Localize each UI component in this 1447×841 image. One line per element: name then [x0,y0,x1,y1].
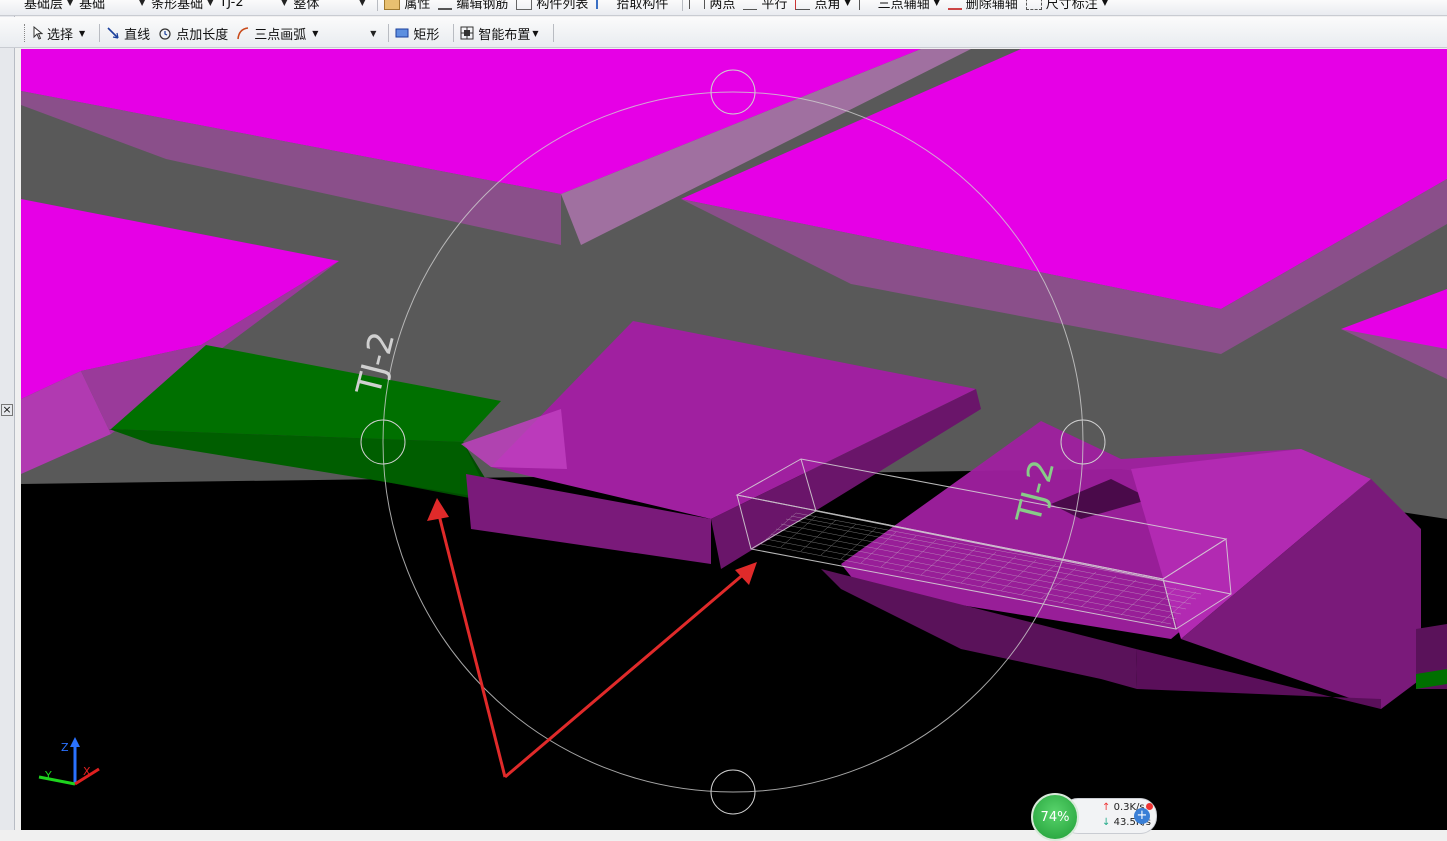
floor-dropdown[interactable]: 基础层 ▼ [24,0,73,12]
separator [99,24,101,42]
smart-layout-button[interactable]: 智能布置 ▼ [460,24,539,43]
edit-rebar-icon [438,0,453,10]
three-point-axis-button[interactable]: 三点辅轴 ▼ [858,0,940,12]
two-point-button[interactable]: 两点 [689,0,735,12]
y-axis-label: Y [44,769,52,782]
arc-icon [236,26,250,40]
z-axis-label: Z [61,741,69,754]
axis-indicator: Z Y X [38,737,100,786]
delete-axis-icon [947,0,962,10]
separator [453,24,455,42]
three-point-arc-button[interactable]: 三点画弧 ▼ [236,24,318,43]
component-list-icon [516,0,533,10]
pick-component-button[interactable]: 拾取构件 [596,0,668,12]
component-list-button[interactable]: 构件列表 [516,0,588,12]
line-button[interactable]: 直线 [106,24,150,43]
rectangle-icon [395,26,409,40]
component-dropdown[interactable]: TJ-2 ▼ [219,0,287,10]
parallel-icon [743,0,758,10]
edit-rebar-button[interactable]: 编辑钢筋 [438,0,508,12]
dimension-icon [1025,0,1042,10]
up-arrow-icon: ↑ [1102,802,1111,813]
select-button[interactable]: 选择 ▼ [33,24,85,43]
rectangle-button[interactable]: 矩形 [395,24,439,43]
top-toolbar: 基础层 ▼ 基础 ▼ 条形基础 ▼ TJ-2 ▼ 整体 ▼ 属性 编辑钢筋 构件列表 拾取… [0,0,1447,16]
parallel-button[interactable]: 平行 [743,0,787,12]
point-angle-icon [795,0,811,10]
notification-dot [1146,803,1153,810]
cursor-icon [33,25,44,40]
3d-scene[interactable]: TJ-2 TJ-2 Z Y X [21,49,1447,830]
separator [552,24,554,42]
properties-icon [384,0,401,10]
down-arrow-icon: ↓ [1102,817,1111,828]
boost-icon[interactable]: + [1134,808,1150,824]
x-axis-label: X [83,765,91,778]
network-speed-widget[interactable]: ↑ 0.3K/s ↓ 43.5K/s + 74% [1031,793,1157,841]
smart-layout-icon [460,26,474,40]
separator [388,24,390,42]
type-dropdown[interactable]: 条形基础 ▼ [151,0,213,12]
dimension-button[interactable]: 尺寸标注 ▼ [1025,0,1108,12]
draw-toolbar: 选择 ▼ 直线 点加长度 三点画弧 ▼ ▼ 矩形 智能布置 ▼ [0,17,1447,48]
point-length-icon [158,26,172,40]
scope-dropdown[interactable]: 整体 ▼ [293,0,365,12]
separator [377,0,379,11]
delete-axis-button[interactable]: 删除辅轴 [947,0,1018,12]
point-angle-button[interactable]: 点角 ▼ [795,0,851,12]
toolbar-grip[interactable] [24,24,27,42]
separator [682,0,684,11]
two-point-icon [689,0,706,9]
3d-viewport[interactable]: TJ-2 TJ-2 Z Y X [21,49,1447,830]
line-icon [106,26,120,40]
pick-icon [596,0,612,9]
three-point-axis-icon [858,0,874,10]
memory-gauge[interactable]: 74% [1031,793,1079,841]
arc-option-dropdown[interactable]: ▼ [326,29,376,38]
close-icon[interactable]: × [1,404,13,416]
properties-button[interactable]: 属性 [384,0,430,12]
category-dropdown[interactable]: 基础 ▼ [79,0,145,12]
point-length-button[interactable]: 点加长度 [158,24,228,43]
left-collapse-bar[interactable]: » × [0,0,15,830]
